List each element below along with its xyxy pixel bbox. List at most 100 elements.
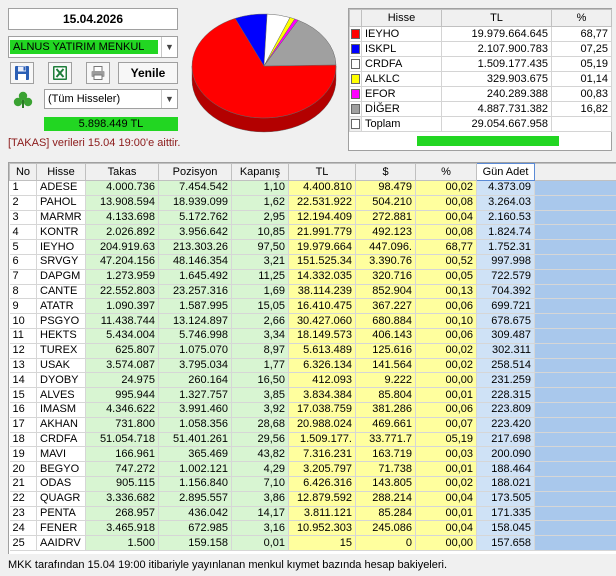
row-kapanis: 1,77 <box>231 358 289 374</box>
row-kapanis: 11,25 <box>231 269 289 285</box>
row-tl: 15 <box>288 535 356 551</box>
table-row[interactable]: 23 PENTA 268.957 436.042 14,17 3.811.121 85.28… <box>9 506 616 522</box>
summary-tl: 29.054.667.958 <box>441 116 552 132</box>
stock-group-icon[interactable] <box>10 90 36 110</box>
row-hisse: SRVGY <box>36 254 86 270</box>
row-kapanis: 29,56 <box>231 432 289 448</box>
excel-export-button[interactable] <box>48 62 72 84</box>
holdings-grid: No Hisse Takas Pozisyon Kapanış TL $ % G… <box>8 162 616 554</box>
table-row[interactable]: 2 PAHOL 13.908.594 18.939.099 1,62 22.531.922… <box>9 195 616 211</box>
table-row[interactable]: 21 ODAS 905.115 1.156.840 7,10 6.426.316 143.8… <box>9 476 616 492</box>
legend-swatch <box>351 119 360 129</box>
grid-header-pozisyon[interactable]: Pozisyon <box>158 163 232 181</box>
row-takas: 13.908.594 <box>85 195 159 211</box>
grid-header-tl[interactable]: TL <box>288 163 356 181</box>
table-row[interactable]: 25 AAIDRV 1.500 159.158 0,01 15 0 00,00 157.658 <box>9 535 616 551</box>
table-row[interactable]: 18 CRDFA 51.054.718 51.401.261 29,56 1.509.17… <box>9 432 616 448</box>
row-usd: 3.390.76 <box>355 254 416 270</box>
table-row[interactable]: 11 HEKTS 5.434.004 5.746.998 3,34 18.149.573 4… <box>9 328 616 344</box>
table-row[interactable]: 20 BEGYO 747.272 1.002.121 4,29 3.205.797 71.7… <box>9 461 616 477</box>
summary-row: EFOR 240.289.388 00,83 <box>349 86 612 102</box>
row-tl: 12.879.592 <box>288 491 356 507</box>
grid-header-pct[interactable]: % <box>415 163 477 181</box>
table-row[interactable]: 12 TUREX 625.807 1.075.070 8,97 5.613.489 125.… <box>9 343 616 359</box>
grid-header-no[interactable]: No <box>9 163 37 181</box>
floppy-disk-icon <box>15 66 29 80</box>
row-usd: 406.143 <box>355 328 416 344</box>
row-kapanis: 2,66 <box>231 313 289 329</box>
stock-filter-select[interactable]: (Tüm Hisseler) ▼ <box>44 89 178 109</box>
row-kapanis: 3,16 <box>231 520 289 537</box>
table-row[interactable]: 10 PSGYO 11.438.744 13.124.897 2,66 30.427.06… <box>9 313 616 329</box>
summary-name: DİĞER <box>361 101 442 117</box>
chevron-down-icon[interactable]: ▼ <box>161 37 177 57</box>
row-pct: 00,07 <box>415 417 477 433</box>
grid-header-kapanis[interactable]: Kapanış <box>231 163 289 181</box>
table-row[interactable]: 9 ATATR 1.090.397 1.587.995 15,05 16.410.475 3… <box>9 298 616 315</box>
row-hisse: BEGYO <box>36 461 86 477</box>
row-hisse: AKHAN <box>36 417 86 433</box>
row-filler <box>534 506 616 522</box>
refresh-button[interactable]: Yenile <box>118 62 178 84</box>
member-select[interactable]: ALNUS YATIRIM MENKUL ▼ <box>8 36 178 58</box>
stock-filter-value: (Tüm Hisseler) <box>48 93 121 105</box>
table-row[interactable]: 19 MAVI 166.961 365.469 43,82 7.316.231 163.71… <box>9 446 616 463</box>
row-takas: 166.961 <box>85 446 159 463</box>
print-button[interactable] <box>86 62 110 84</box>
row-usd: 125.616 <box>355 343 416 359</box>
table-row[interactable]: 14 DYOBY 24.975 260.164 16,50 412.093 9.222 00,… <box>9 372 616 389</box>
row-kapanis: 3,34 <box>231 328 289 344</box>
row-no: 24 <box>9 520 37 537</box>
table-row[interactable]: 13 USAK 3.574.087 3.795.034 1,77 6.326.134 141… <box>9 358 616 374</box>
grid-header-takas[interactable]: Takas <box>85 163 159 181</box>
row-gun-adet: 3.264.03 <box>476 195 535 211</box>
row-gun-adet: 223.809 <box>476 402 535 418</box>
row-pct: 00,02 <box>415 180 477 196</box>
row-filler <box>534 210 616 226</box>
save-button[interactable] <box>10 62 34 84</box>
row-usd: 492.123 <box>355 224 416 241</box>
summary-row: CRDFA 1.509.177.435 05,19 <box>349 56 612 72</box>
row-filler <box>534 476 616 492</box>
table-row[interactable]: 1 ADESE 4.000.736 7.454.542 1,10 4.400.810 98.… <box>9 180 616 196</box>
row-tl: 6.326.134 <box>288 358 356 374</box>
summary-row: ALKLC 329.903.675 01,14 <box>349 71 612 87</box>
row-pct: 00,03 <box>415 446 477 463</box>
row-takas: 3.465.918 <box>85 520 159 537</box>
table-row[interactable]: 24 FENER 3.465.918 672.985 3,16 10.952.303 245… <box>9 520 616 537</box>
row-pct: 00,02 <box>415 476 477 492</box>
row-kapanis: 1,69 <box>231 284 289 300</box>
grid-header-filler <box>534 163 616 181</box>
row-tl: 38.114.239 <box>288 284 356 300</box>
row-tl: 21.991.779 <box>288 224 356 241</box>
grid-header-usd[interactable]: $ <box>355 163 416 181</box>
row-pct: 00,08 <box>415 195 477 211</box>
row-pozisyon: 18.939.099 <box>158 195 232 211</box>
row-gun-adet: 2.160.53 <box>476 210 535 226</box>
row-hisse: FENER <box>36 520 86 537</box>
row-usd: 469.661 <box>355 417 416 433</box>
chevron-down-icon[interactable]: ▼ <box>161 90 177 108</box>
table-row[interactable]: 4 KONTR 2.026.892 3.956.642 10,85 21.991.779 4… <box>9 224 616 241</box>
table-row[interactable]: 7 DAPGM 1.273.959 1.645.492 11,25 14.332.035 3… <box>9 269 616 285</box>
grid-header-gun-adet[interactable]: Gün Adet <box>476 163 535 181</box>
table-row[interactable]: 22 QUAGR 3.336.682 2.895.557 3,86 12.879.592 2… <box>9 491 616 507</box>
summary-row: IEYHO 19.979.664.645 68,77 <box>349 26 612 42</box>
table-row[interactable]: 17 AKHAN 731.800 1.058.356 28,68 20.988.024 46… <box>9 417 616 433</box>
table-row[interactable]: 15 ALVES 995.944 1.327.757 3,85 3.834.384 85.8… <box>9 387 616 403</box>
table-row[interactable]: 16 IMASM 4.346.622 3.991.460 3,92 17.038.759 3… <box>9 402 616 418</box>
row-hisse: ODAS <box>36 476 86 492</box>
table-row[interactable]: 3 MARMR 4.133.698 5.172.762 2,95 12.194.409 27… <box>9 210 616 226</box>
row-tl: 6.426.316 <box>288 476 356 492</box>
table-row[interactable]: 8 CANTE 22.552.803 23.257.316 1,69 38.114.239… <box>9 284 616 300</box>
row-filler <box>534 239 616 255</box>
table-row[interactable]: 5 IEYHO 204.919.63 213.303.26 97,50 19.979.66… <box>9 239 616 255</box>
grid-header-hisse[interactable]: Hisse <box>36 163 86 181</box>
table-row[interactable]: 6 SRVGY 47.204.156 48.146.354 3,21 151.525.34… <box>9 254 616 270</box>
summary-header-pct: % <box>551 9 612 27</box>
row-pozisyon: 1.645.492 <box>158 269 232 285</box>
row-pozisyon: 48.146.354 <box>158 254 232 270</box>
row-pozisyon: 159.158 <box>158 535 232 551</box>
row-pozisyon: 3.956.642 <box>158 224 232 241</box>
row-filler <box>534 520 616 537</box>
